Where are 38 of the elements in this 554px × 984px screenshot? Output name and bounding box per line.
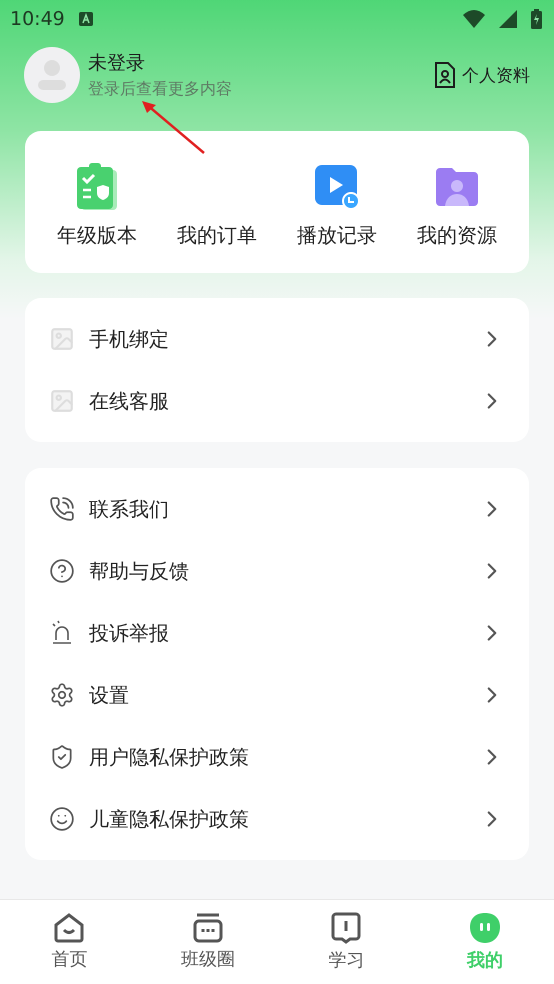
menu-item[interactable]: 帮助与反馈 xyxy=(25,540,529,602)
shortcut-button[interactable]: 我的订单 xyxy=(157,131,277,273)
menu-item[interactable]: 手机绑定 xyxy=(25,308,529,370)
annotation-arrow xyxy=(140,99,206,155)
menu-item[interactable]: 用户隐私保护政策 xyxy=(25,726,529,788)
login-hint: 登录后查看更多内容 xyxy=(88,79,233,100)
mascot-icon xyxy=(468,912,501,944)
notification-icon xyxy=(78,12,93,26)
help-icon xyxy=(49,558,75,584)
chat-icon xyxy=(192,913,224,943)
video-icon xyxy=(314,164,360,210)
menu-item[interactable]: 在线客服 xyxy=(25,370,529,432)
status-time: 10:49 xyxy=(10,8,65,30)
shortcut-button[interactable]: 我的资源 xyxy=(397,131,517,273)
battery-icon xyxy=(531,9,542,29)
nav-tab[interactable]: 班级圈 xyxy=(138,900,277,984)
phone-icon xyxy=(49,496,75,522)
settings-icon xyxy=(49,682,75,708)
face-icon xyxy=(49,806,75,832)
image-placeholder-icon xyxy=(49,326,75,352)
nav-tab[interactable]: 首页 xyxy=(0,900,138,984)
profile-document-icon xyxy=(434,61,456,89)
signal-icon xyxy=(499,10,517,28)
shortcut-button[interactable]: 播放记录 xyxy=(277,131,397,273)
clipboard-icon xyxy=(75,162,119,212)
menu-item[interactable]: 联系我们 xyxy=(25,478,529,540)
shortcut-button[interactable]: 年级版本 xyxy=(37,131,157,273)
profile-link[interactable]: 个人资料 xyxy=(434,61,530,89)
wifi-icon xyxy=(463,10,485,28)
menu-item[interactable]: 儿童隐私保护政策 xyxy=(25,788,529,850)
menu-item[interactable]: 设置 xyxy=(25,664,529,726)
menu-item[interactable]: 投诉举报 xyxy=(25,602,529,664)
nav-tab[interactable]: 学习 xyxy=(277,900,416,984)
book-icon xyxy=(331,912,362,944)
image-placeholder-icon xyxy=(49,388,75,414)
login-status[interactable]: 未登录 xyxy=(88,50,426,76)
home-icon xyxy=(53,913,86,943)
folder-icon xyxy=(434,166,480,208)
